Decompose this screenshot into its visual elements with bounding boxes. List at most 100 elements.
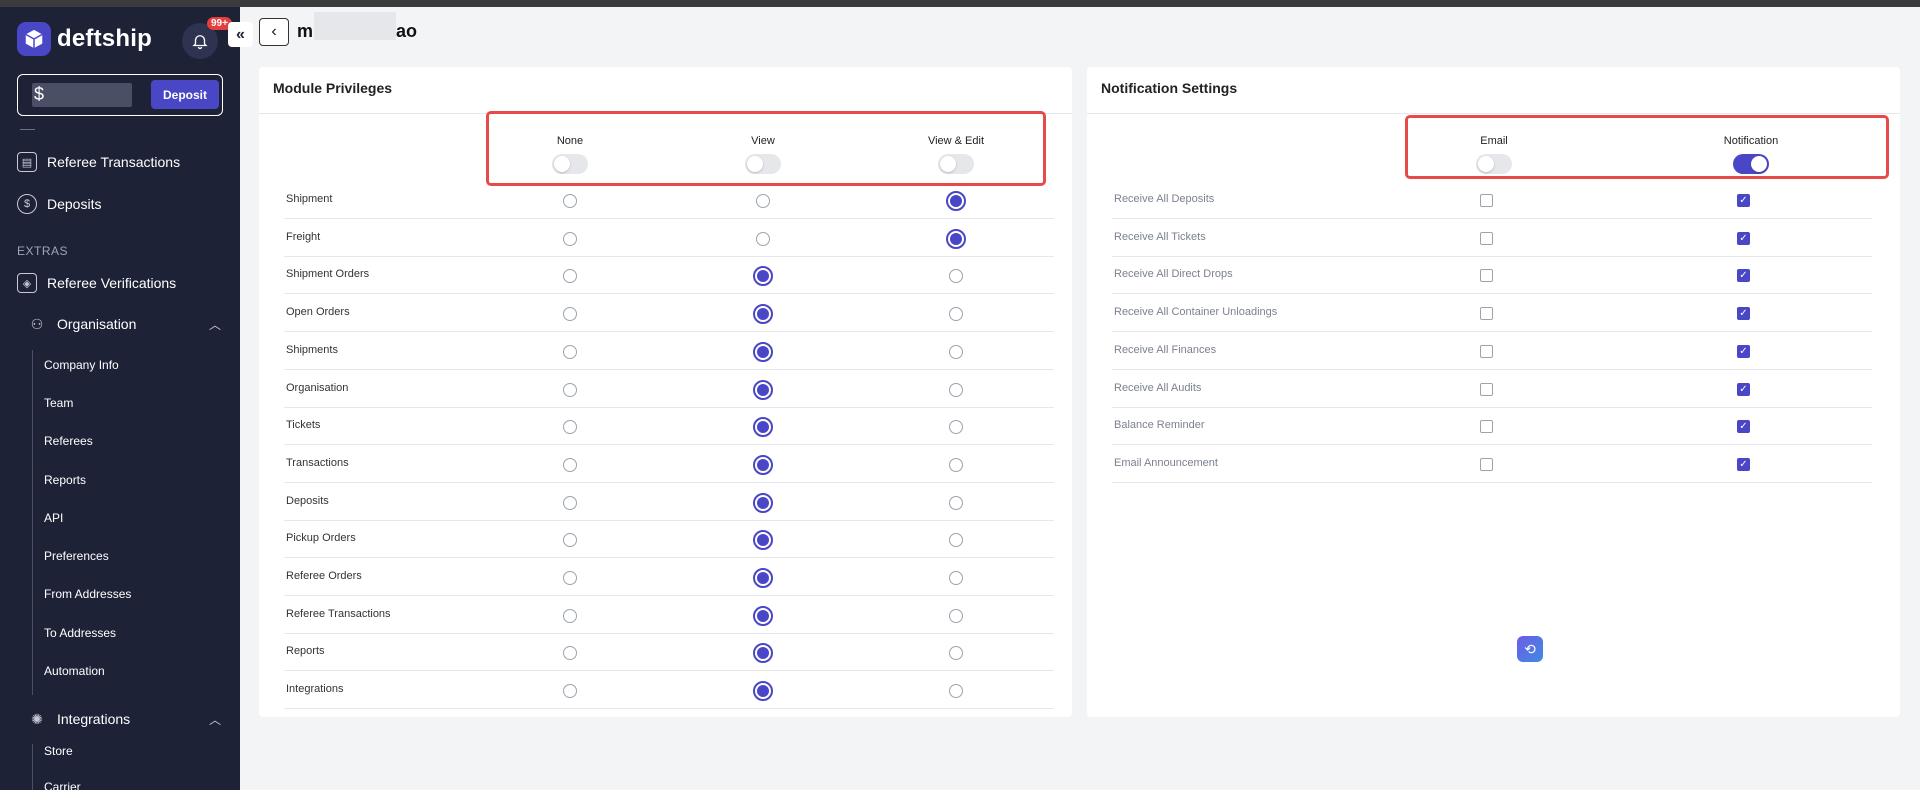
sidebar-item-api[interactable]: API — [44, 511, 63, 525]
sidebar-group-organisation[interactable]: ⚇ Organisation ︿ — [27, 314, 221, 334]
table-row: Balance Reminder ✓ — [1112, 408, 1872, 446]
back-button[interactable]: ‹ — [259, 18, 289, 46]
privilege-radio[interactable] — [756, 231, 770, 246]
privilege-radio[interactable] — [563, 457, 577, 472]
privilege-radio[interactable] — [563, 533, 577, 548]
privilege-radio[interactable] — [753, 379, 773, 400]
sidebar-item-automation[interactable]: Automation — [44, 664, 105, 678]
privilege-radio[interactable] — [949, 344, 963, 359]
notification-checkbox[interactable]: ✓ — [1737, 307, 1750, 321]
privilege-radio[interactable] — [753, 454, 773, 475]
email-checkbox[interactable] — [1480, 307, 1493, 321]
column-toggle[interactable] — [552, 154, 588, 174]
row-label: Referee Transactions — [286, 607, 391, 620]
notification-checkbox[interactable]: ✓ — [1737, 457, 1750, 471]
privilege-radio[interactable] — [949, 307, 963, 322]
notification-checkbox[interactable]: ✓ — [1737, 231, 1750, 245]
sidebar-item-deposits[interactable]: $ Deposits — [17, 194, 101, 214]
privilege-radio[interactable] — [753, 304, 773, 325]
privilege-radio[interactable] — [946, 191, 966, 211]
sidebar-item-carrier[interactable]: Carrier — [44, 780, 81, 790]
toggle-knob — [747, 156, 763, 172]
privilege-radio[interactable] — [563, 608, 577, 623]
table-row: Freight — [284, 220, 1054, 257]
privilege-radio[interactable] — [949, 571, 963, 585]
privilege-radio[interactable] — [753, 568, 773, 588]
extras-section-label: EXTRAS — [17, 244, 69, 258]
help-widget-button[interactable]: ⟲ — [1517, 636, 1543, 662]
table-row: Transactions — [284, 446, 1054, 483]
column-toggle[interactable] — [1733, 154, 1769, 174]
table-row: Referee Orders — [284, 559, 1054, 596]
privilege-radio[interactable] — [563, 231, 577, 246]
privilege-radio[interactable] — [946, 228, 966, 249]
privilege-radio[interactable] — [949, 646, 963, 661]
privilege-radio[interactable] — [949, 684, 963, 699]
privilege-radio[interactable] — [753, 681, 773, 702]
privilege-radio[interactable] — [949, 533, 963, 548]
table-row: Referee Transactions — [284, 597, 1054, 634]
email-checkbox[interactable] — [1480, 457, 1493, 471]
email-checkbox[interactable] — [1480, 194, 1493, 207]
privilege-radio[interactable] — [563, 684, 577, 699]
row-label: Shipment — [286, 193, 333, 205]
notification-checkbox[interactable]: ✓ — [1737, 420, 1750, 434]
privilege-radio[interactable] — [753, 530, 773, 551]
privilege-radio[interactable] — [756, 194, 770, 208]
privilege-radio[interactable] — [563, 646, 577, 661]
email-checkbox[interactable] — [1480, 344, 1493, 358]
column-toggle[interactable] — [745, 154, 781, 174]
brand-logo[interactable]: deftship — [17, 22, 152, 56]
row-label: Receive All Direct Drops — [1114, 268, 1233, 281]
row-label: Email Announcement — [1114, 456, 1218, 469]
balance-prefix: $ — [34, 84, 45, 104]
collapse-sidebar-button[interactable]: « — [228, 22, 253, 47]
sidebar-item-referees[interactable]: Referees — [44, 434, 93, 448]
column-toggle[interactable] — [1476, 154, 1512, 174]
privilege-radio[interactable] — [563, 571, 577, 585]
email-checkbox[interactable] — [1480, 269, 1493, 283]
privilege-radio[interactable] — [753, 643, 773, 664]
sidebar-item-reports[interactable]: Reports — [44, 473, 86, 487]
column-toggle[interactable] — [938, 154, 974, 174]
email-checkbox[interactable] — [1480, 420, 1493, 434]
privilege-radio[interactable] — [753, 492, 773, 513]
privilege-radio[interactable] — [753, 266, 773, 287]
privilege-radio[interactable] — [753, 341, 773, 362]
privilege-radio[interactable] — [563, 420, 577, 435]
privilege-radio[interactable] — [563, 382, 577, 397]
window-top-bar — [0, 0, 1920, 7]
sidebar-item-company-info[interactable]: Company Info — [44, 358, 119, 372]
privilege-radio[interactable] — [949, 269, 963, 284]
sidebar-item-preferences[interactable]: Preferences — [44, 549, 109, 563]
sidebar-group-integrations[interactable]: ✺ Integrations ︿ — [27, 709, 221, 729]
sidebar-item-referee-transactions[interactable]: ▤ Referee Transactions — [17, 152, 180, 172]
privilege-radio[interactable] — [949, 608, 963, 623]
privilege-radio[interactable] — [949, 495, 963, 510]
privilege-radio[interactable] — [949, 420, 963, 435]
sidebar-item-referee-verifications[interactable]: ◈ Referee Verifications — [17, 273, 176, 293]
notification-checkbox[interactable]: ✓ — [1737, 344, 1750, 358]
table-row: Open Orders — [284, 295, 1054, 333]
sidebar-item-to-addresses[interactable]: To Addresses — [44, 626, 116, 640]
privilege-radio[interactable] — [563, 495, 577, 510]
notification-checkbox[interactable]: ✓ — [1737, 269, 1750, 283]
card-title: Module Privileges — [273, 80, 393, 96]
privilege-radio[interactable] — [949, 382, 963, 397]
privilege-radio[interactable] — [563, 344, 577, 359]
privilege-radio[interactable] — [563, 307, 577, 322]
privilege-radio[interactable] — [753, 417, 773, 438]
privilege-radio[interactable] — [563, 194, 577, 208]
deposit-button[interactable]: Deposit — [151, 80, 219, 109]
email-checkbox[interactable] — [1480, 382, 1493, 396]
notification-checkbox[interactable]: ✓ — [1737, 194, 1750, 207]
sidebar-item-store[interactable]: Store — [44, 744, 73, 758]
privilege-radio[interactable] — [563, 269, 577, 284]
notification-checkbox[interactable]: ✓ — [1737, 382, 1750, 396]
email-checkbox[interactable] — [1480, 231, 1493, 245]
privilege-radio[interactable] — [753, 605, 773, 626]
sidebar-item-from-addresses[interactable]: From Addresses — [44, 587, 131, 601]
privilege-radio[interactable] — [949, 457, 963, 472]
sidebar-item-team[interactable]: Team — [44, 396, 73, 410]
row-label: Organisation — [286, 381, 349, 394]
